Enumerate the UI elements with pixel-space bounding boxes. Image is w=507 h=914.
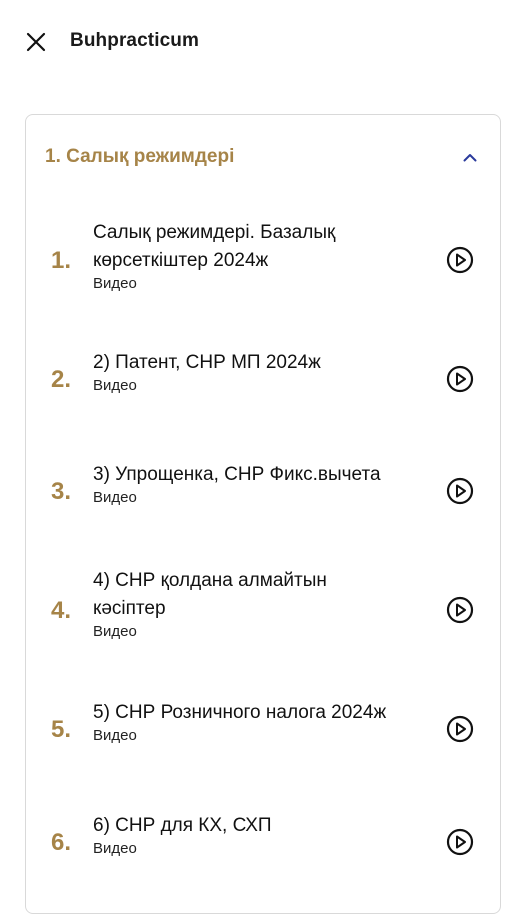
lesson-type: Видео [93, 727, 137, 744]
close-icon [26, 32, 46, 52]
lesson-item-4[interactable]: 4. 4) СНР қолдана алмайтын кәсіптер Виде… [26, 567, 500, 657]
course-section-panel: 1. Салық режимдері 1. Салық режимдері. Б… [25, 114, 501, 914]
play-icon [446, 246, 474, 274]
lesson-text: 6) СНР для КХ, СХП Видео [93, 812, 443, 858]
lesson-item-1[interactable]: 1. Салық режимдері. Базалық көрсеткіштер… [26, 215, 500, 305]
lesson-text: 2) Патент, СНР МП 2024ж Видео [93, 349, 443, 395]
lesson-title: 6) СНР для КХ, СХП [93, 815, 272, 836]
lesson-title: 5) СНР Розничного налога 2024ж [93, 702, 387, 723]
lesson-title: 2) Патент, СНР МП 2024ж [93, 352, 321, 373]
chevron-up-icon[interactable] [460, 149, 480, 165]
lesson-number: 4. [51, 597, 72, 624]
play-button[interactable] [445, 245, 475, 275]
lesson-title: 4) СНР қолдана алмайтын кәсіптер [93, 570, 327, 619]
play-icon [446, 365, 474, 393]
play-icon [446, 828, 474, 856]
lesson-number: 5. [51, 716, 72, 743]
lesson-text: 5) СНР Розничного налога 2024ж Видео [93, 699, 438, 745]
lesson-text: Салық режимдері. Базалық көрсеткіштер 20… [93, 219, 443, 293]
lesson-item-2[interactable]: 2. 2) Патент, СНР МП 2024ж Видео [26, 349, 500, 409]
lesson-title: Салық режимдері. Базалық көрсеткіштер 20… [93, 222, 336, 271]
lesson-title: 3) Упрощенка, СНР Фикс.вычета [93, 464, 381, 485]
lesson-item-5[interactable]: 5. 5) СНР Розничного налога 2024ж Видео [26, 699, 500, 759]
lesson-text: 3) Упрощенка, СНР Фикс.вычета Видео [93, 461, 443, 507]
lesson-text: 4) СНР қолдана алмайтын кәсіптер Видео [93, 567, 443, 641]
play-button[interactable] [445, 714, 475, 744]
lesson-item-3[interactable]: 3. 3) Упрощенка, СНР Фикс.вычета Видео [26, 461, 500, 521]
lesson-item-6[interactable]: 6. 6) СНР для КХ, СХП Видео [26, 812, 500, 872]
play-button[interactable] [445, 595, 475, 625]
top-bar: Buhpracticum [0, 0, 507, 84]
lesson-type: Видео [93, 489, 137, 506]
lesson-type: Видео [93, 377, 137, 394]
play-button[interactable] [445, 364, 475, 394]
lesson-number: 1. [51, 247, 72, 274]
lesson-type: Видео [93, 623, 137, 640]
play-button[interactable] [445, 476, 475, 506]
close-button[interactable] [22, 28, 50, 56]
app-title: Buhpracticum [70, 30, 199, 51]
lesson-number: 2. [51, 366, 72, 393]
play-icon [446, 596, 474, 624]
lesson-type: Видео [93, 840, 137, 857]
lesson-number: 3. [51, 478, 72, 505]
lesson-number: 6. [51, 829, 72, 856]
play-icon [446, 715, 474, 743]
play-button[interactable] [445, 827, 475, 857]
section-title: 1. Салық режимдері [45, 146, 235, 167]
play-icon [446, 477, 474, 505]
lesson-type: Видео [93, 275, 137, 292]
section-header[interactable]: 1. Салық режимдері [26, 115, 500, 199]
